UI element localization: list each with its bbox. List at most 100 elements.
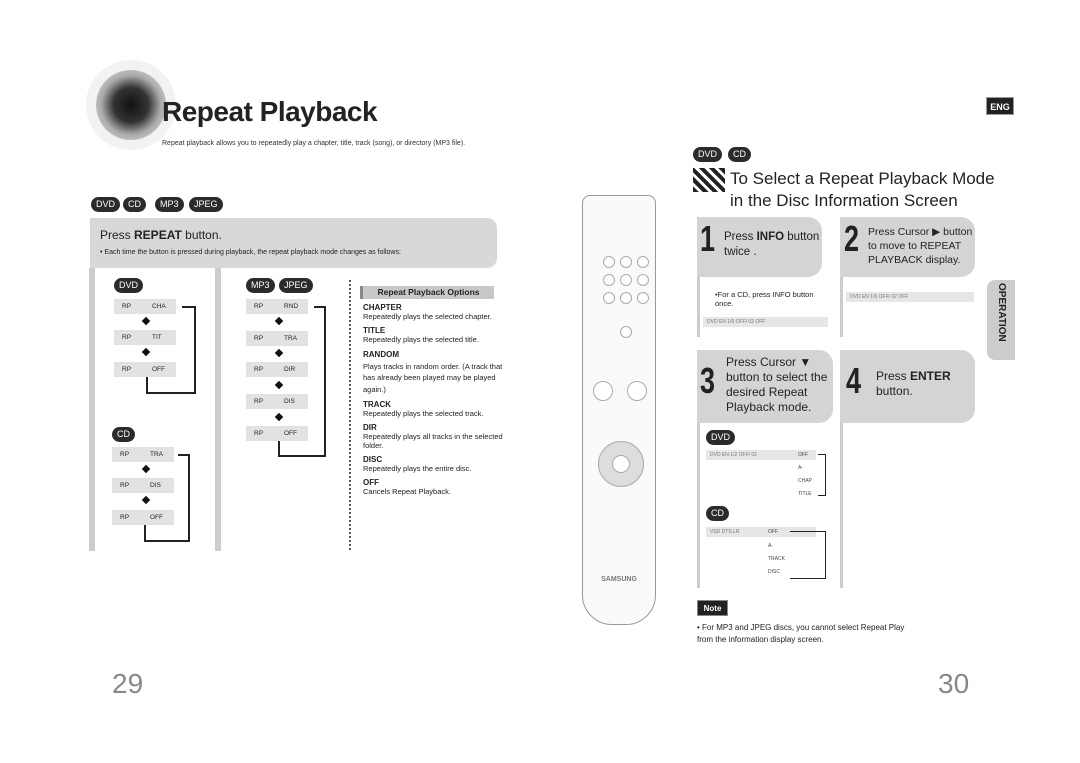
mode-row: RP DIS [246,394,308,409]
info-display: DVD EN 1/6 OFF/ 02 OFF [846,292,974,302]
arrow-icon [141,316,151,326]
element: DIS [284,398,295,405]
element: button. [876,384,913,398]
arrow-icon [274,380,284,390]
step-2-text: Press Cursor ▶ button to move to REPEAT … [868,226,973,266]
options-list: CHAPTER Repeatedly plays the selected cha… [363,303,503,496]
element [840,423,843,588]
step-number: 4 [846,360,862,401]
arrow-icon [141,347,151,357]
element: RP [254,398,264,405]
element [697,277,700,337]
mode-label: A- [798,465,803,471]
element: DIR [363,423,377,432]
element: TIT [152,334,162,341]
element: Press [724,231,757,243]
element [637,292,649,304]
element: OFF [150,514,163,521]
info-display: DVD EN 1/6 OFF/ 02 OFF [703,317,828,327]
element: RP [120,451,130,458]
step-1-note: •For a CD, press INFO button once. [715,290,814,308]
remote-brand: SAMSUNG [601,576,637,583]
element [840,277,843,337]
badge-cd: CD [706,506,729,521]
mode-label: A- [768,543,773,549]
element [818,454,826,496]
arrow-icon [274,348,284,358]
mode-label: OFF [768,529,778,535]
disc-graphic-icon [96,70,166,140]
section-heading: To Select a Repeat Playback Mode [730,169,995,188]
arrow-icon [274,412,284,422]
element [637,256,649,268]
badge-jpeg: JPEG [279,278,313,293]
element [790,531,826,579]
mode-row: RP DIS [112,478,174,493]
element: RP [122,303,132,310]
loop-line [182,306,196,394]
badge-mp3: MP3 [246,278,275,293]
element: ENTER [910,369,951,383]
element: TRA [150,451,163,458]
arrow-icon [141,495,151,505]
page-number-right: 30 [938,668,970,699]
mode-row: RP OFF [246,426,308,441]
instruction-text: Press REPEAT button. [100,228,222,242]
page-subtitle: Repeat playback allows you to repeatedly… [162,140,466,147]
options-header: Repeat Playback Options [360,286,494,299]
arrow-icon [274,316,284,326]
element: OFF [363,478,379,487]
element: TRA [284,335,297,342]
element: button. [181,228,222,242]
element [603,256,615,268]
element: RND [284,303,299,310]
element [593,381,613,401]
mode-row: RP TRA [246,331,308,346]
element: Repeatedly plays the entire disc. [363,464,472,473]
element: CHAPTER [363,303,402,312]
badge-jpeg: JPEG [189,197,223,212]
remote-control-illustration: SAMSUNG [582,195,656,625]
instruction-bullet: • Each time the button is pressed during… [100,249,401,256]
element: Cancels Repeat Playback. [363,487,451,496]
badge-dvd: DVD [693,147,723,162]
mode-row: RP TIT [114,330,176,345]
page-title: Repeat Playback [162,96,378,127]
element [620,292,632,304]
badge-cd: CD [728,147,751,162]
step-4-text: Press ENTER button. [876,369,966,399]
element [620,256,632,268]
step-number: 3 [700,360,716,401]
element [697,423,700,588]
note-label: Note [697,600,728,616]
element: Repeatedly plays all tracks in the selec… [363,432,503,450]
step-number: 1 [700,218,716,259]
element: RP [254,430,264,437]
element: RP [120,482,130,489]
element: RP [254,335,264,342]
mode-row: RP OFF [112,510,174,525]
element [620,326,632,338]
element [620,274,632,286]
step-3-text: Press Cursor ▼ button to select the desi… [726,355,828,414]
badge-cd: CD [123,197,146,212]
element: REPEAT [134,228,182,242]
mode-row: RP TRA [112,447,174,462]
option-dir: DIR Repeatedly plays all tracks in the se… [363,423,503,450]
dotted-divider [349,280,351,550]
divider [89,268,95,551]
element [603,274,615,286]
step-1-text: Press INFO button twice . [724,230,820,260]
element: RP [122,366,132,373]
badge-dvd: DVD [91,197,121,212]
element: RP [120,514,130,521]
side-tab-label: OPERATION [996,283,1007,342]
element: RANDOM [363,350,399,359]
mode-label: TRACK [768,556,785,562]
element [612,455,630,473]
loop-line [314,306,326,457]
divider [215,268,221,551]
badge-dvd: DVD [706,430,736,445]
element [603,292,615,304]
element: RP [254,366,264,373]
